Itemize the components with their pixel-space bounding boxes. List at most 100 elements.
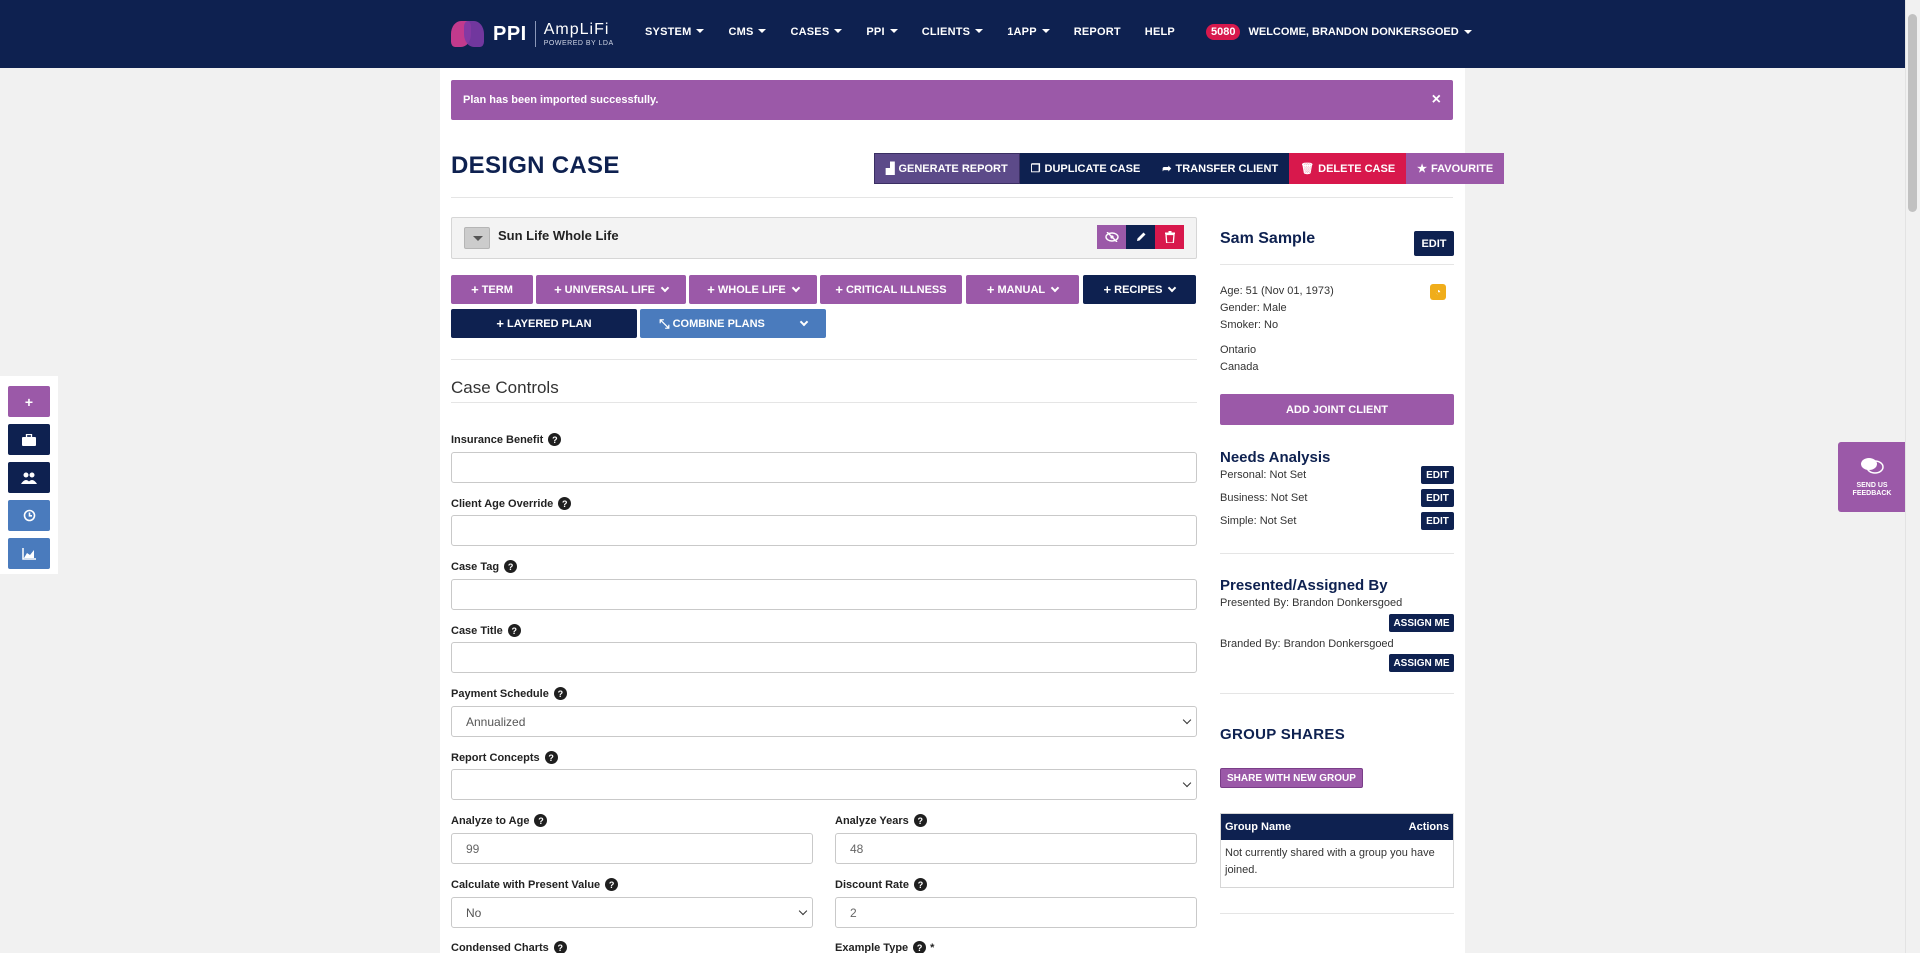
delete-case-button[interactable]: 🗑 DELETE CASE [1289,153,1407,184]
assign-presenter-button[interactable]: ASSIGN ME [1389,614,1454,632]
present-value-label: Calculate with Present Value? [451,878,619,891]
nav-1app-label: 1APP [1007,26,1037,38]
insurance-benefit-input[interactable] [451,452,1197,483]
question-icon[interactable]: ? [913,878,927,891]
hide-plan-button[interactable] [1097,225,1126,249]
nav-system[interactable]: SYSTEM [645,26,705,38]
case-title-input[interactable] [451,642,1197,673]
client-province: Ontario [1220,344,1257,356]
nav-1app[interactable]: 1APP [1007,26,1050,38]
analyze-to-age-input[interactable] [451,833,813,864]
scrollbar-thumb[interactable] [1908,14,1917,212]
copy-icon: ❐ [1030,163,1041,175]
report-concepts-select[interactable] [451,769,1197,800]
duplicate-case-button[interactable]: ❐ DUPLICATE CASE [1019,153,1152,184]
plan-name: Sun Life Whole Life [498,228,619,243]
combine-plans-button[interactable]: ⤡ COMBINE PLANS [640,309,826,338]
add-button[interactable]: + [8,386,50,417]
case-actions: ▟ GENERATE REPORT ❐ DUPLICATE CASE ➦ TRANSF… [874,153,1505,184]
nav-clients[interactable]: CLIENTS [922,26,984,38]
edit-plan-button[interactable] [1126,225,1155,249]
add-joint-client-button[interactable]: ADD JOINT CLIENT [1220,394,1454,425]
page-title: DESIGN CASE [451,152,620,179]
combine-plans-label: COMBINE PLANS [672,317,765,330]
report-chart-button[interactable] [8,538,50,569]
add-critical-illness-label: CRITICAL ILLNESS [845,283,947,296]
add-critical-illness-button[interactable]: + CRITICAL ILLNESS [820,275,962,304]
delete-plan-button[interactable] [1155,225,1184,249]
transfer-client-button[interactable]: ➦ TRANSFER CLIENT [1151,153,1290,184]
discount-rate-input[interactable] [835,897,1197,928]
user-menu[interactable]: 5080 WELCOME, BRANDON DONKERSGOED [1206,24,1472,40]
history-button[interactable] [8,500,50,531]
question-icon[interactable]: ? [553,941,567,953]
question-icon[interactable]: ? [507,624,521,637]
case-tag-input[interactable] [451,579,1197,610]
assign-brander-button[interactable]: ASSIGN ME [1389,654,1454,672]
layered-plan-label: LAYERED PLAN [507,317,592,330]
question-icon[interactable]: ? [558,497,572,510]
analyze-years-input[interactable] [835,833,1197,864]
logo-powered-text: POWERED BY LDA [543,39,614,47]
cases-button[interactable] [8,424,50,455]
needs-business: Business: Not Set [1220,492,1308,504]
welcome-text: WELCOME, BRANDON DONKERSGOED [1248,26,1459,38]
example-type-label: Example Type? * [835,941,934,953]
nav-cases-label: CASES [790,26,830,38]
add-whole-life-button[interactable]: + WHOLE LIFE [689,275,817,304]
add-term-button[interactable]: + TERM [451,275,533,304]
payment-schedule-value: Annualized [466,714,526,729]
layered-plan-button[interactable]: + LAYERED PLAN [451,309,637,338]
present-value-value: No [466,905,482,920]
nav-report[interactable]: REPORT [1074,26,1121,38]
analyze-years-text: Analyze Years [835,814,909,827]
nav-cms[interactable]: CMS [728,26,767,38]
chevron-down-icon [834,29,843,33]
nav-ppi[interactable]: PPI [866,26,898,38]
edit-simple-needs-button[interactable]: EDIT [1421,512,1454,530]
plan-collapse-toggle[interactable] [464,227,490,249]
nav-cases[interactable]: CASES [790,26,843,38]
chevron-down-icon[interactable] [799,317,809,327]
close-icon[interactable]: × [1432,91,1441,109]
case-title-label: Case Title? [451,624,521,637]
share-with-new-group-button[interactable]: SHARE WITH NEW GROUP [1220,768,1363,788]
presented-divider [1220,693,1454,694]
generate-report-button[interactable]: ▟ GENERATE REPORT [874,153,1020,184]
payment-schedule-select[interactable]: Annualized [451,706,1197,737]
client-age-override-input[interactable] [451,515,1197,546]
question-icon[interactable]: ? [504,560,518,573]
report-concepts-label: Report Concepts? [451,751,558,764]
notification-badge[interactable]: 5080 [1206,24,1241,40]
ppi-amplifi-logo[interactable]: PPI AmpLiFi POWERED BY LDA [451,19,614,49]
question-icon[interactable]: ? [534,814,548,827]
edit-personal-needs-button[interactable]: EDIT [1421,466,1454,484]
example-type-text: Example Type [835,941,909,953]
nav-help[interactable]: HELP [1145,26,1175,38]
page-scrollbar[interactable] [1905,0,1920,953]
favourite-button[interactable]: ★ FAVOURITE [1406,153,1505,184]
question-icon[interactable]: ? [548,433,562,446]
recent-client-icon[interactable]: ◔ [1430,284,1446,300]
main-content: Plan has been imported successfully. × D… [440,68,1505,953]
case-tag-text: Case Tag [451,560,500,573]
group-shares-title: GROUP SHARES [1220,726,1346,743]
client-age: Age: 51 (Nov 01, 1973) [1220,285,1334,297]
question-icon[interactable]: ? [913,814,927,827]
star-icon: ★ [1417,163,1428,175]
add-universal-life-button[interactable]: + UNIVERSAL LIFE [536,275,686,304]
clients-button[interactable] [8,462,50,493]
col-actions: Actions [1408,821,1449,833]
add-manual-button[interactable]: + MANUAL [966,275,1079,304]
edit-client-button[interactable]: EDIT [1414,231,1454,256]
edit-business-needs-button[interactable]: EDIT [1421,489,1454,507]
question-icon[interactable]: ? [913,941,927,953]
col-group-name: Group Name [1225,821,1292,833]
feedback-tab[interactable]: SEND US FEEDBACK [1838,442,1906,512]
present-value-select[interactable]: No [451,897,813,928]
question-icon[interactable]: ? [544,751,558,764]
question-icon[interactable]: ? [553,687,567,700]
recipes-button[interactable]: + RECIPES [1083,275,1196,304]
question-icon[interactable]: ? [605,878,619,891]
group-shares-divider [1220,913,1454,914]
